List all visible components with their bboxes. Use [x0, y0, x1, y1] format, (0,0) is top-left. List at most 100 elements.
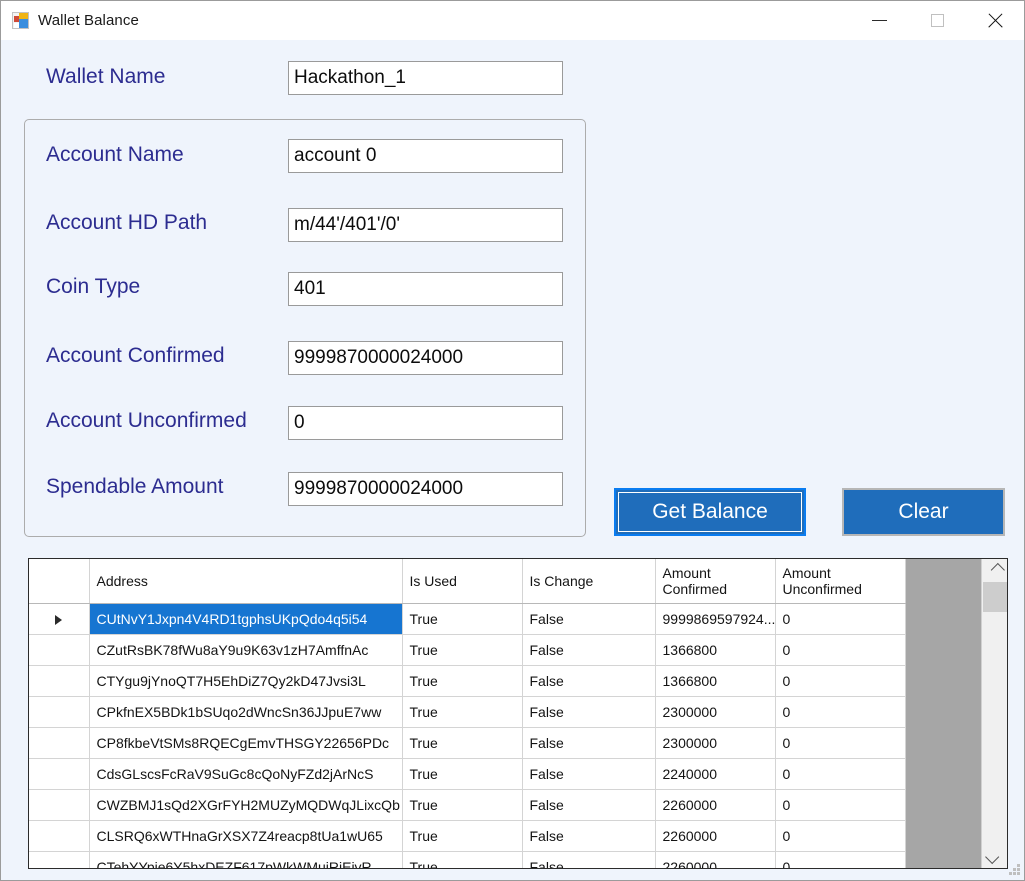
cell-is-used[interactable]: True — [402, 697, 522, 728]
table-row[interactable]: CPkfnEX5BDk1bSUqo2dWncSn36JJpuE7wwTrueFa… — [29, 697, 905, 728]
current-row-arrow-icon — [55, 615, 62, 625]
grid-scroll-area: Address Is Used Is Change Amount Confirm… — [29, 559, 981, 868]
cell-is-change[interactable]: False — [522, 790, 655, 821]
cell-amount-confirmed[interactable]: 2260000 — [655, 852, 775, 869]
cell-address[interactable]: CUtNvY1Jxpn4V4RD1tgphsUKpQdo4q5i54 — [89, 604, 402, 635]
cell-amount-confirmed[interactable]: 2300000 — [655, 728, 775, 759]
table-row[interactable]: CTYgu9jYnoQT7H5EhDiZ7Qy2kD47Jvsi3LTrueFa… — [29, 666, 905, 697]
title-bar: Wallet Balance — [1, 1, 1024, 40]
wallet-name-label: Wallet Name — [46, 65, 165, 89]
table-row[interactable]: CTehYYpie6Y5hxDEZF617pWkWMuiRiEivRTrueFa… — [29, 852, 905, 869]
cell-amount-confirmed[interactable]: 2240000 — [655, 759, 775, 790]
table-row[interactable]: CUtNvY1Jxpn4V4RD1tgphsUKpQdo4q5i54TrueFa… — [29, 604, 905, 635]
cell-is-used[interactable]: True — [402, 728, 522, 759]
maximize-button[interactable] — [908, 1, 966, 40]
cell-amount-confirmed[interactable]: 1366800 — [655, 635, 775, 666]
clear-button[interactable]: Clear — [842, 488, 1005, 536]
minimize-button[interactable] — [850, 1, 908, 40]
cell-amount-unconfirmed[interactable]: 0 — [775, 759, 905, 790]
row-header-cell[interactable] — [29, 821, 89, 852]
spendable-amount-input[interactable] — [288, 472, 563, 506]
account-hd-path-input[interactable] — [288, 208, 563, 242]
row-header-cell[interactable] — [29, 697, 89, 728]
account-name-input[interactable] — [288, 139, 563, 173]
wallet-balance-window: Wallet Balance Wallet Name Account Name … — [0, 0, 1025, 881]
cell-amount-confirmed[interactable]: 2260000 — [655, 790, 775, 821]
minimize-icon — [872, 20, 887, 21]
cell-is-change[interactable]: False — [522, 666, 655, 697]
row-header-cell[interactable] — [29, 604, 89, 635]
cell-amount-unconfirmed[interactable]: 0 — [775, 697, 905, 728]
chevron-down-icon — [985, 850, 999, 864]
cell-is-used[interactable]: True — [402, 666, 522, 697]
scroll-down-button[interactable] — [982, 846, 1007, 868]
row-header-cell[interactable] — [29, 728, 89, 759]
account-unconfirmed-input[interactable] — [288, 406, 563, 440]
account-confirmed-input[interactable] — [288, 341, 563, 375]
cell-amount-unconfirmed[interactable]: 0 — [775, 821, 905, 852]
addresses-table: Address Is Used Is Change Amount Confirm… — [29, 559, 906, 868]
row-header-cell[interactable] — [29, 759, 89, 790]
get-balance-button[interactable]: Get Balance — [614, 488, 806, 536]
cell-address[interactable]: CTehYYpie6Y5hxDEZF617pWkWMuiRiEivR — [89, 852, 402, 869]
resize-grip[interactable] — [1008, 864, 1021, 877]
cell-is-change[interactable]: False — [522, 759, 655, 790]
grid-vertical-scrollbar[interactable] — [981, 559, 1007, 868]
table-row[interactable]: CWZBMJ1sQd2XGrFYH2MUZyMQDWqJLixcQbTrueFa… — [29, 790, 905, 821]
window-controls — [850, 1, 1024, 40]
cell-is-used[interactable]: True — [402, 759, 522, 790]
column-header-is-change[interactable]: Is Change — [522, 559, 655, 604]
account-unconfirmed-label: Account Unconfirmed — [46, 409, 247, 433]
get-balance-label: Get Balance — [618, 492, 802, 532]
column-header-amount-unconfirmed[interactable]: Amount Unconfirmed — [775, 559, 905, 604]
cell-is-change[interactable]: False — [522, 728, 655, 759]
cell-is-change[interactable]: False — [522, 604, 655, 635]
cell-is-change[interactable]: False — [522, 635, 655, 666]
table-row[interactable]: CP8fkbeVtSMs8RQECgEmvTHSGY22656PDcTrueFa… — [29, 728, 905, 759]
cell-address[interactable]: CTYgu9jYnoQT7H5EhDiZ7Qy2kD47Jvsi3L — [89, 666, 402, 697]
cell-is-used[interactable]: True — [402, 635, 522, 666]
cell-address[interactable]: CPkfnEX5BDk1bSUqo2dWncSn36JJpuE7ww — [89, 697, 402, 728]
scrollbar-thumb[interactable] — [983, 582, 1007, 612]
cell-amount-unconfirmed[interactable]: 0 — [775, 790, 905, 821]
cell-amount-unconfirmed[interactable]: 0 — [775, 604, 905, 635]
row-header-cell[interactable] — [29, 635, 89, 666]
cell-amount-unconfirmed[interactable]: 0 — [775, 666, 905, 697]
row-header-cell[interactable] — [29, 790, 89, 821]
cell-is-change[interactable]: False — [522, 821, 655, 852]
table-row[interactable]: CdsGLscsFcRaV9SuGc8cQoNyFZd2jArNcSTrueFa… — [29, 759, 905, 790]
cell-is-change[interactable]: False — [522, 697, 655, 728]
cell-amount-unconfirmed[interactable]: 0 — [775, 728, 905, 759]
header-row: Address Is Used Is Change Amount Confirm… — [29, 559, 905, 604]
table-row[interactable]: CZutRsBK78fWu8aY9u9K63v1zH7AmffnAcTrueFa… — [29, 635, 905, 666]
column-header-address[interactable]: Address — [89, 559, 402, 604]
cell-address[interactable]: CdsGLscsFcRaV9SuGc8cQoNyFZd2jArNcS — [89, 759, 402, 790]
cell-amount-confirmed[interactable]: 9999869597924... — [655, 604, 775, 635]
wallet-name-input[interactable] — [288, 61, 563, 95]
cell-amount-unconfirmed[interactable]: 0 — [775, 852, 905, 869]
addresses-datagrid: Address Is Used Is Change Amount Confirm… — [28, 558, 1008, 869]
cell-is-used[interactable]: True — [402, 790, 522, 821]
maximize-icon — [931, 14, 944, 27]
scroll-up-button[interactable] — [982, 559, 1007, 581]
cell-is-used[interactable]: True — [402, 604, 522, 635]
column-header-amount-confirmed[interactable]: Amount Confirmed — [655, 559, 775, 604]
cell-address[interactable]: CP8fkbeVtSMs8RQECgEmvTHSGY22656PDc — [89, 728, 402, 759]
cell-amount-confirmed[interactable]: 2260000 — [655, 821, 775, 852]
cell-is-used[interactable]: True — [402, 821, 522, 852]
cell-address[interactable]: CWZBMJ1sQd2XGrFYH2MUZyMQDWqJLixcQb — [89, 790, 402, 821]
row-header-corner[interactable] — [29, 559, 89, 604]
column-header-is-used[interactable]: Is Used — [402, 559, 522, 604]
row-header-cell[interactable] — [29, 666, 89, 697]
close-button[interactable] — [966, 1, 1024, 40]
cell-is-change[interactable]: False — [522, 852, 655, 869]
cell-amount-confirmed[interactable]: 1366800 — [655, 666, 775, 697]
cell-address[interactable]: CZutRsBK78fWu8aY9u9K63v1zH7AmffnAc — [89, 635, 402, 666]
cell-is-used[interactable]: True — [402, 852, 522, 869]
coin-type-input[interactable] — [288, 272, 563, 306]
cell-amount-unconfirmed[interactable]: 0 — [775, 635, 905, 666]
cell-amount-confirmed[interactable]: 2300000 — [655, 697, 775, 728]
row-header-cell[interactable] — [29, 852, 89, 869]
cell-address[interactable]: CLSRQ6xWTHnaGrXSX7Z4reacp8tUa1wU65 — [89, 821, 402, 852]
table-row[interactable]: CLSRQ6xWTHnaGrXSX7Z4reacp8tUa1wU65TrueFa… — [29, 821, 905, 852]
